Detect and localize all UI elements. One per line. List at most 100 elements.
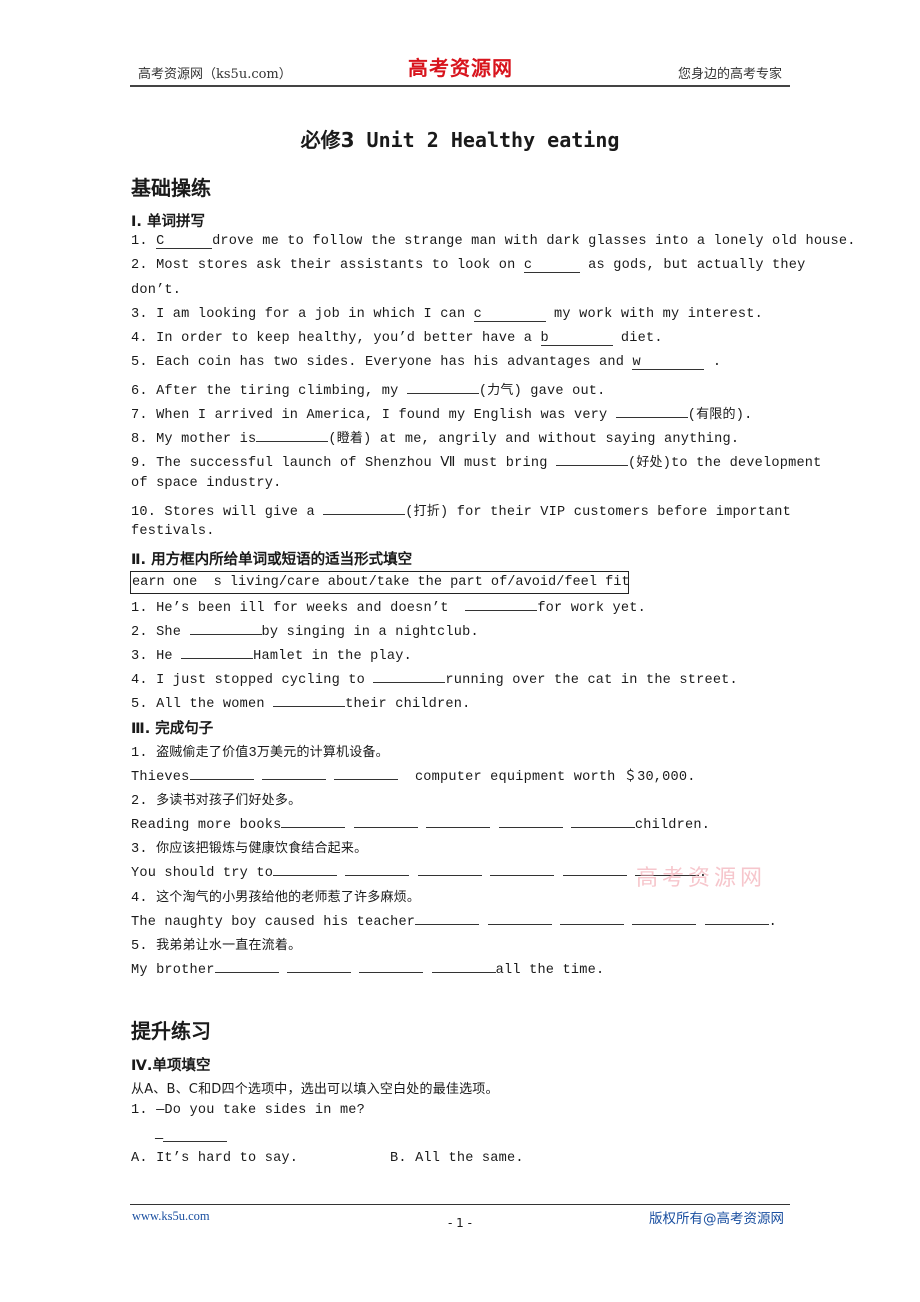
answer-blank[interactable] — [487, 910, 552, 925]
answer-blank[interactable] — [465, 596, 538, 611]
english-sentence: You should try to . — [131, 861, 707, 881]
question-1: 1. —Do you take sides in me? — [131, 1103, 366, 1118]
answer-blank[interactable]: c — [523, 258, 580, 273]
watermark-logo: 高考资源网 — [636, 866, 767, 891]
exercise-line: 1. Cdrove me to follow the strange man w… — [131, 234, 856, 249]
section-basic-heading: 基础操练 — [131, 176, 211, 200]
exercise-line: 10. Stores will give a (打折) for their VI… — [131, 500, 791, 520]
exercise-line: 5. All the women their children. — [131, 692, 470, 712]
cjk-text: 打折 — [413, 504, 440, 519]
cjk-text: 盗贼偷走了价值 — [156, 745, 249, 760]
cjk-text: 瞪着 — [336, 431, 364, 446]
exercise-line: 7. When I arrived in America, I found my… — [131, 403, 752, 423]
header-slogan: 您身边的高考专家 — [677, 67, 782, 82]
answer-blank[interactable] — [256, 427, 329, 442]
english-sentence: Reading more books children. — [131, 813, 710, 833]
cjk-text: 万美元的计算机设备。 — [256, 745, 389, 760]
answer-blank[interactable] — [373, 668, 446, 683]
page-title: 必修3 Unit 2 Healthy eating — [300, 128, 620, 152]
exercise-line: 5. Each coin has two sides. Everyone has… — [131, 355, 722, 370]
english-sentence: My brother all the time. — [131, 958, 604, 978]
english-sentence: The naughty boy caused his teacher . — [131, 910, 777, 930]
part4-heading: Ⅳ.单项填空 — [131, 1058, 211, 1074]
answer-blank[interactable] — [345, 861, 410, 876]
exercise-line: don’t. — [131, 283, 182, 298]
answer-blank[interactable] — [559, 910, 624, 925]
header-divider — [130, 85, 790, 87]
header-site-name: 高考资源网（ks5u.com） — [138, 67, 292, 82]
answer-blank[interactable] — [353, 813, 418, 828]
exercise-line: 2. She by singing in a nightclub. — [131, 620, 479, 640]
answer-blank[interactable] — [181, 644, 254, 659]
answer-blank[interactable] — [273, 861, 338, 876]
answer-blank[interactable] — [431, 958, 496, 973]
page-header: 高考资源网（ks5u.com） 高考资源网 您身边的高考专家 — [130, 56, 790, 86]
cjk-text: 你应该把锻炼与健康饮食结合起来。 — [156, 841, 368, 856]
answer-blank[interactable] — [562, 861, 627, 876]
english-sentence: Thieves computer equipment worth ＄30,000… — [131, 765, 696, 785]
part3-heading: Ⅲ. 完成句子 — [131, 721, 214, 737]
chinese-prompt: 3. 你应该把锻炼与健康饮食结合起来。 — [131, 841, 368, 857]
answer-blank[interactable] — [189, 620, 262, 635]
answer-blank[interactable] — [555, 451, 628, 466]
answer-blank[interactable] — [334, 765, 399, 780]
exercise-line: 4. I just stopped cycling to running ove… — [131, 668, 738, 688]
exercise-line: of space industry. — [131, 476, 282, 491]
answer-blank[interactable]: b — [540, 331, 613, 346]
cjk-text: 我弟弟让水一直在流着。 — [156, 938, 302, 953]
answer-blank[interactable] — [273, 692, 346, 707]
cjk-text: 好处 — [636, 455, 663, 470]
answer-blank[interactable] — [632, 910, 697, 925]
exercise-line: 1. He’s been ill for weeks and doesn’t f… — [131, 596, 646, 616]
exercise-line: 2. Most stores ask their assistants to l… — [131, 258, 806, 273]
part2-heading: Ⅱ. 用方框内所给单词或短语的适当形式填空 — [131, 552, 413, 568]
answer-blank[interactable] — [286, 958, 351, 973]
exercise-line: 6. After the tiring climbing, my (力气) ga… — [131, 379, 606, 399]
exercise-line: 8. My mother is (瞪着) at me, angrily and w… — [131, 427, 739, 447]
option-a[interactable]: A. It’s hard to say. — [131, 1151, 298, 1166]
answer-blank[interactable]: C — [156, 234, 213, 249]
word-box: earn one s living/care about/take the pa… — [130, 571, 630, 594]
option-b[interactable]: B. All the same. — [390, 1151, 524, 1166]
chinese-prompt: 1. 盗贼偷走了价值3万美元的计算机设备。 — [131, 745, 389, 761]
answer-blank[interactable] — [426, 813, 491, 828]
answer-blank[interactable] — [498, 813, 563, 828]
question-1-answer-line: — — [155, 1127, 228, 1147]
exercise-line: 4. In order to keep healthy, you’d bette… — [131, 331, 663, 346]
chinese-prompt: 5. 我弟弟让水一直在流着。 — [131, 938, 302, 954]
answer-blank[interactable] — [417, 861, 482, 876]
footer-copyright: 版权所有@高考资源网 — [649, 1211, 784, 1227]
answer-blank[interactable] — [163, 1127, 228, 1142]
answer-blank[interactable] — [406, 379, 479, 394]
cjk-text: 力气 — [487, 383, 514, 398]
answer-blank[interactable] — [704, 910, 769, 925]
answer-blank[interactable] — [490, 861, 555, 876]
answer-blank[interactable] — [189, 765, 254, 780]
answer-blank[interactable]: w — [632, 355, 705, 370]
chinese-prompt: 2. 多读书对孩子们好处多。 — [131, 793, 302, 809]
answer-blank[interactable] — [570, 813, 635, 828]
footer-divider — [130, 1204, 790, 1205]
cjk-text: 这个淘气的小男孩给他的老师惹了许多麻烦。 — [156, 890, 421, 905]
part1-heading: Ⅰ. 单词拼写 — [131, 214, 205, 230]
answer-blank[interactable] — [415, 910, 480, 925]
cjk-text: ＄ — [623, 769, 638, 784]
answer-blank[interactable] — [281, 813, 346, 828]
header-logo: 高考资源网 — [408, 56, 513, 80]
answer-blank[interactable] — [615, 403, 688, 418]
answer-blank[interactable] — [214, 958, 279, 973]
exercise-line: 9. The successful launch of Shenzhou Ⅶ m… — [131, 451, 822, 471]
exercise-line: 3. He Hamlet in the play. — [131, 644, 412, 664]
document-page: 高考资源网（ks5u.com） 高考资源网 您身边的高考专家 必修3 Unit … — [0, 0, 920, 1302]
exercise-line: 3. I am looking for a job in which I can… — [131, 307, 763, 322]
answer-blank[interactable]: c — [473, 307, 546, 322]
exercise-line: festivals. — [131, 524, 215, 539]
cjk-text: 多读书对孩子们好处多。 — [156, 793, 302, 808]
answer-blank[interactable] — [359, 958, 424, 973]
part4-instruction: 从A、B、C和D四个选项中，选出可以填入空白处的最佳选项。 — [131, 1082, 499, 1097]
answer-blank[interactable] — [323, 500, 406, 515]
cjk-text: 有限的 — [696, 407, 736, 422]
section-advanced-heading: 提升练习 — [131, 1019, 211, 1043]
chinese-prompt: 4. 这个淘气的小男孩给他的老师惹了许多麻烦。 — [131, 890, 421, 906]
answer-blank[interactable] — [261, 765, 326, 780]
